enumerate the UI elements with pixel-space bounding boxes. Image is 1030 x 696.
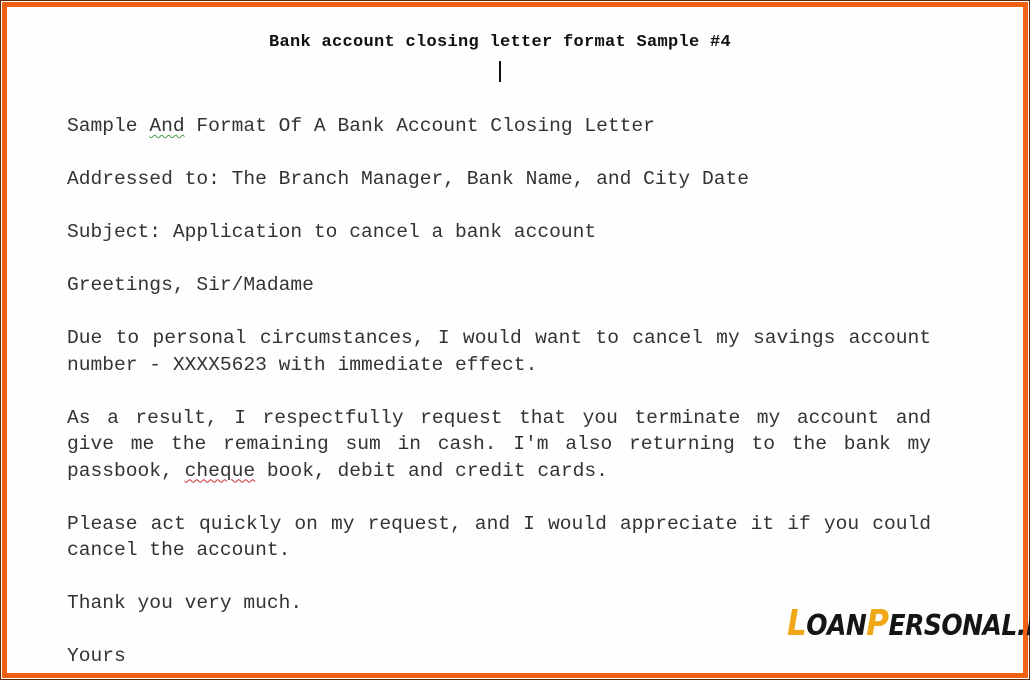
greeting-line: Greetings, Sir/Madame bbox=[67, 274, 314, 296]
text-cursor bbox=[499, 61, 501, 82]
loanpersonal-logo: LOANPERSONAL.in bbox=[787, 603, 1030, 645]
paragraph-1: Due to personal circumstances, I would w… bbox=[67, 327, 931, 376]
addressed-to-line: Addressed to: The Branch Manager, Bank N… bbox=[67, 168, 749, 190]
paragraph-3: Please act quickly on my request, and I … bbox=[67, 512, 931, 562]
letter-heading: Sample And Format Of A Bank Account Clos… bbox=[67, 115, 655, 137]
subject-line: Subject: Application to cancel a bank ac… bbox=[67, 221, 597, 243]
spelling-flagged-word[interactable]: cheque bbox=[185, 460, 256, 482]
grammar-flagged-word[interactable]: And bbox=[149, 115, 184, 137]
closing-line: Yours bbox=[67, 645, 126, 667]
paragraph-2: As a result, I respectfully request that… bbox=[67, 406, 931, 482]
document-title: Bank account closing letter format Sampl… bbox=[268, 33, 732, 52]
